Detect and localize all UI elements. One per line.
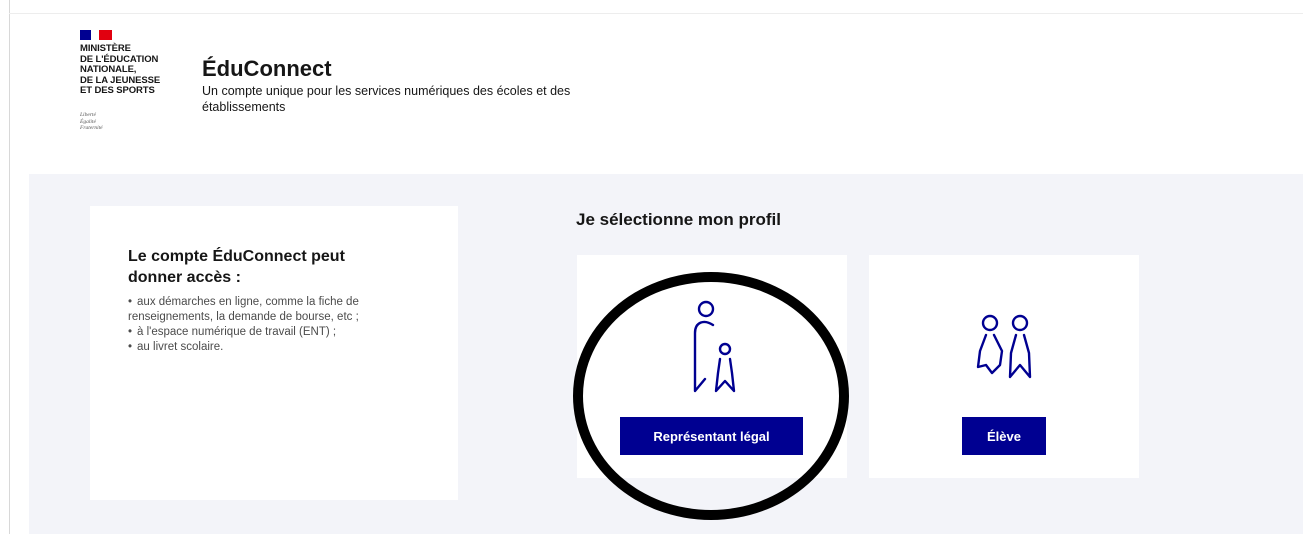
- republic-motto: Liberté Égalité Fraternité: [80, 112, 103, 131]
- profile-card-eleve[interactable]: Élève: [869, 255, 1139, 478]
- republique-francaise-flag-icon: [80, 30, 112, 40]
- info-list-item: à l'espace numérique de travail (ENT) ;: [128, 325, 403, 340]
- eleve-button[interactable]: Élève: [962, 417, 1046, 455]
- ministry-logo-text: MINISTÈRE DE L'ÉDUCATION NATIONALE, DE L…: [80, 43, 161, 96]
- info-list: aux démarches en ligne, comme la fiche d…: [128, 295, 403, 355]
- profile-heading: Je sélectionne mon profil: [576, 210, 781, 229]
- profile-card-legal[interactable]: Représentant légal: [577, 255, 847, 478]
- app-subtitle: Un compte unique pour les services numér…: [202, 84, 571, 114]
- app-title: ÉduConnect: [202, 56, 332, 81]
- representant-legal-button[interactable]: Représentant légal: [620, 417, 803, 455]
- info-list-item: au livret scolaire.: [128, 340, 403, 355]
- students-icon: [976, 314, 1032, 379]
- info-list-item: aux démarches en ligne, comme la fiche d…: [128, 295, 403, 325]
- parent-child-icon: [693, 300, 736, 393]
- info-title: Le compte ÉduConnect peut donner accès :: [128, 248, 345, 286]
